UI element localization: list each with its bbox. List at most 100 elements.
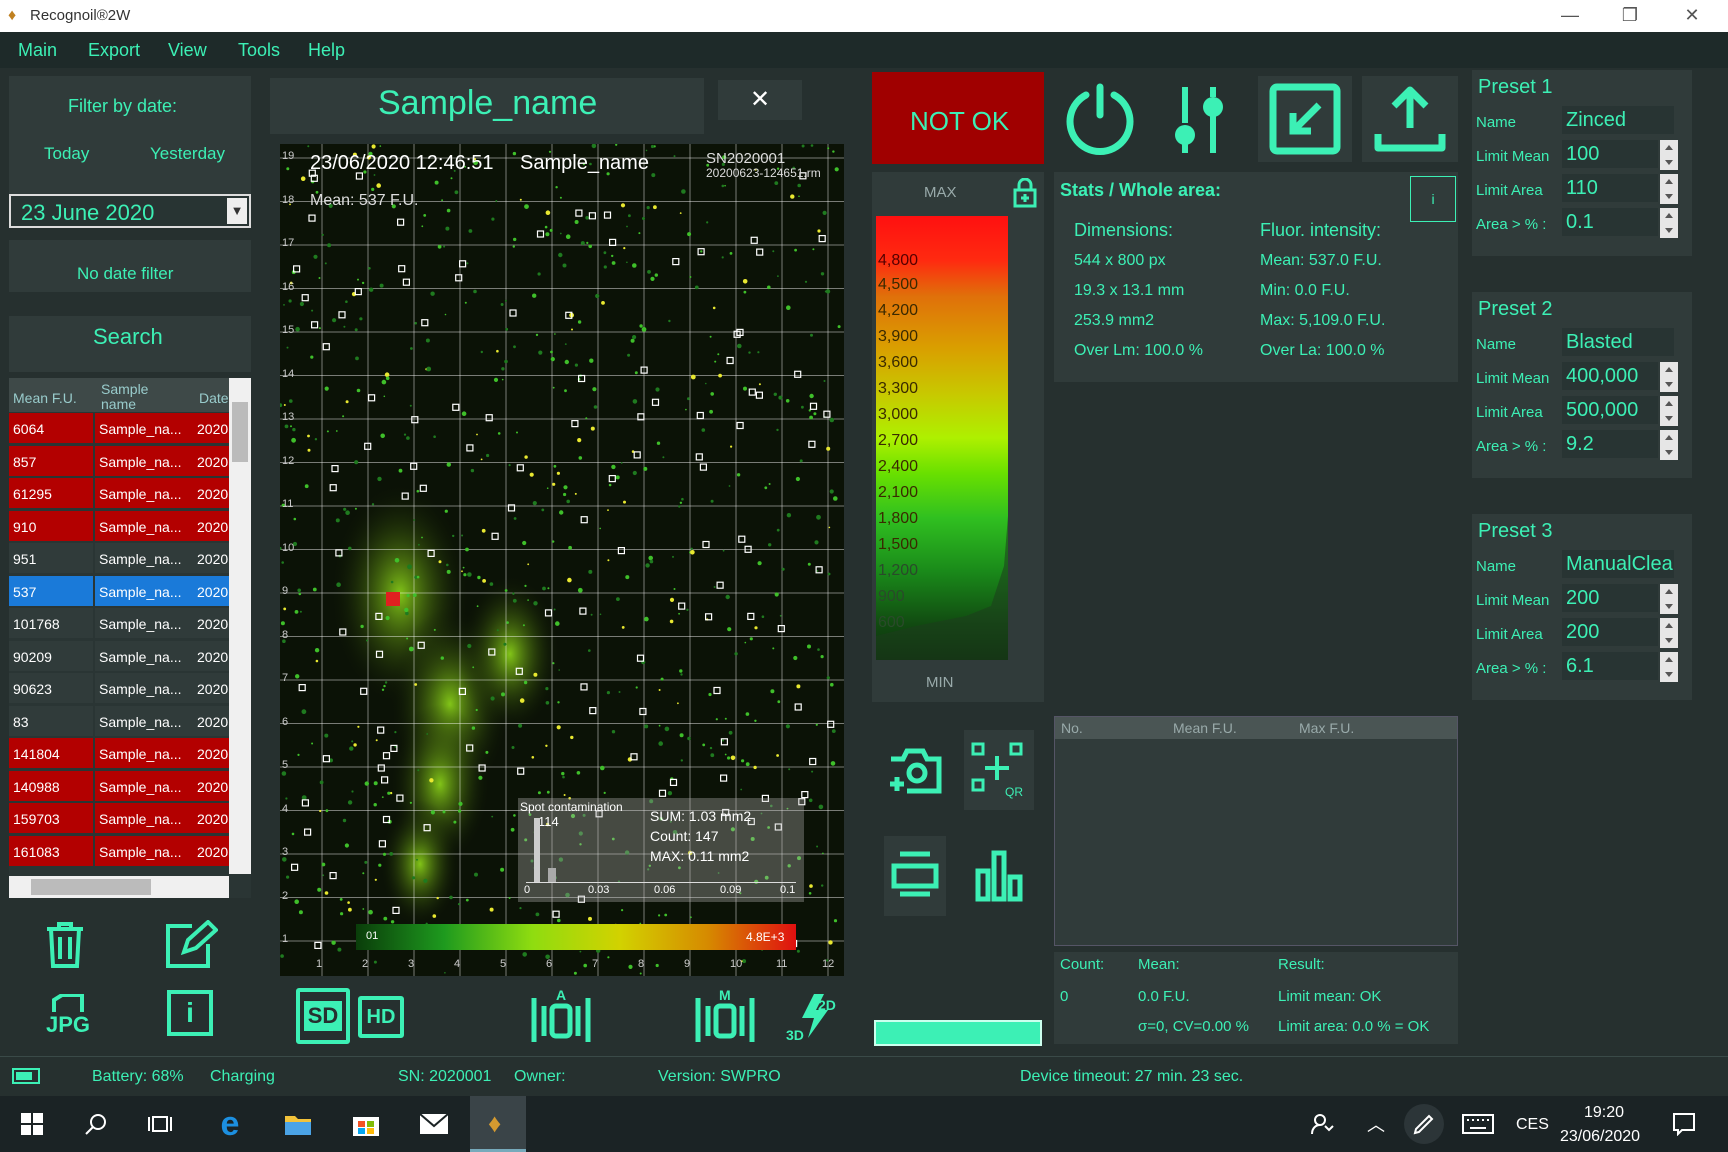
table-row[interactable]: 857 Sample_na... 2020 (9, 445, 229, 477)
preset-limit-area-field[interactable]: 110 (1562, 174, 1658, 202)
keyboard-icon[interactable] (1458, 1104, 1498, 1144)
sd-resolution-button[interactable]: SD (296, 988, 350, 1044)
table-hscrollbar[interactable] (9, 876, 229, 898)
spots-header-max[interactable]: Max F.U. (1299, 720, 1354, 736)
stats-info-button[interactable]: i (1410, 176, 1456, 222)
import-icon[interactable] (1258, 76, 1352, 162)
table-row[interactable]: 951 Sample_na... 2020 (9, 542, 229, 574)
power-icon[interactable] (1056, 76, 1144, 162)
preset-name-field[interactable]: ManualCleaned (1562, 550, 1674, 578)
yesterday-button[interactable]: Yesterday (150, 144, 225, 164)
table-row[interactable]: 6064 Sample_na... 2020 (9, 412, 229, 444)
minimize-button[interactable]: — (1540, 0, 1600, 32)
hd-resolution-button[interactable]: HD (358, 996, 404, 1038)
preset-limit-area-field[interactable]: 200 (1562, 618, 1658, 646)
limit-mean-spinner[interactable] (1660, 140, 1678, 170)
preset-area-pct-field[interactable]: 9.2 (1562, 430, 1658, 458)
table-row[interactable]: 537 Sample_na... 2020 (9, 575, 229, 607)
menu-tools[interactable]: Tools (238, 40, 280, 61)
vscroll-thumb[interactable] (232, 402, 248, 462)
jpg-export-icon[interactable]: JPG (40, 990, 96, 1040)
fluorescence-spot (373, 781, 378, 786)
menu-main[interactable]: Main (18, 40, 57, 61)
windows-start-icon[interactable] (12, 1104, 52, 1144)
view-2d-3d-toggle[interactable]: 2D 3D (784, 990, 844, 1042)
chevron-up-icon[interactable]: ︿ (1356, 1104, 1396, 1144)
people-icon[interactable] (1302, 1104, 1342, 1144)
auto-mode-icon[interactable]: A (530, 984, 592, 1048)
area-pct-spinner[interactable] (1660, 208, 1678, 238)
preset-area-pct-field[interactable]: 0.1 (1562, 208, 1658, 236)
edge-browser-icon[interactable]: e (210, 1104, 250, 1144)
no-date-filter-button[interactable]: No date filter (9, 240, 251, 292)
close-sample-button[interactable]: ✕ (718, 80, 802, 120)
table-row[interactable]: 61295 Sample_na... 2020 (9, 477, 229, 509)
store-icon[interactable] (346, 1104, 386, 1144)
preset-limit-area-field[interactable]: 500,000 (1562, 396, 1658, 424)
trash-icon[interactable] (40, 920, 90, 970)
header-mean[interactable]: Mean F.U. (13, 390, 77, 406)
preset-limit-mean-field[interactable]: 100 (1562, 140, 1658, 168)
pen-icon[interactable] (1404, 1104, 1444, 1144)
table-row[interactable]: 161083 Sample_na... 2020 (9, 835, 229, 867)
chevron-down-icon[interactable]: ▼ (227, 198, 247, 224)
limit-area-spinner[interactable] (1660, 618, 1678, 648)
header-date[interactable]: Date (199, 390, 229, 406)
table-row[interactable]: 90623 Sample_na... 2020 (9, 672, 229, 704)
file-explorer-icon[interactable] (278, 1104, 318, 1144)
qr-add-icon[interactable]: QR (964, 730, 1034, 810)
preset-limit-mean-field[interactable]: 400,000 (1562, 362, 1658, 390)
preset-limit-mean-field[interactable]: 200 (1562, 584, 1658, 612)
notifications-icon[interactable] (1664, 1104, 1704, 1144)
fluorescence-spot (690, 916, 692, 919)
area-pct-spinner[interactable] (1660, 430, 1678, 460)
table-row[interactable]: 159703 Sample_na... 2020 (9, 802, 229, 834)
detected-spot-marker (580, 516, 588, 524)
printer-icon[interactable] (884, 836, 946, 916)
menu-view[interactable]: View (168, 40, 207, 61)
limit-area-spinner[interactable] (1660, 396, 1678, 426)
language-indicator[interactable]: CES (1516, 1116, 1549, 1134)
menu-help[interactable]: Help (308, 40, 345, 61)
table-row[interactable]: 90209 Sample_na... 2020 (9, 640, 229, 672)
upload-icon[interactable] (1362, 76, 1458, 162)
hscroll-thumb[interactable] (31, 879, 151, 895)
info-icon[interactable]: i (167, 990, 213, 1036)
fluorescence-image[interactable]: 23/06/2020 12:46:51 Sample_name SN202000… (280, 144, 844, 976)
restore-button[interactable]: ❐ (1600, 0, 1660, 32)
manual-mode-icon[interactable]: M (694, 984, 756, 1048)
date-picker[interactable]: 23 June 2020 ▼ (9, 194, 251, 228)
close-window-button[interactable]: ✕ (1662, 0, 1722, 32)
today-button[interactable]: Today (44, 144, 89, 164)
edit-icon[interactable] (163, 920, 219, 970)
table-row[interactable]: 140988 Sample_na... 2020 (9, 770, 229, 802)
mail-icon[interactable] (414, 1104, 454, 1144)
table-vscrollbar[interactable] (229, 378, 251, 874)
preset-area-pct-field[interactable]: 6.1 (1562, 652, 1658, 680)
recognoil-taskbar-button[interactable]: ♦ (470, 1096, 526, 1152)
camera-icon[interactable] (880, 730, 950, 810)
bar-chart-icon[interactable] (964, 836, 1034, 916)
preset-name-field[interactable]: Blasted (1562, 328, 1674, 356)
table-row[interactable]: 83 Sample_na... 2020 (9, 705, 229, 737)
settings-sliders-icon[interactable] (1156, 76, 1244, 162)
search-icon[interactable] (76, 1104, 116, 1144)
menu-export[interactable]: Export (88, 40, 140, 61)
limit-mean-spinner[interactable] (1660, 584, 1678, 614)
task-view-icon[interactable] (140, 1104, 180, 1144)
limit-mean-spinner[interactable] (1660, 362, 1678, 392)
clock-time[interactable]: 19:20 (1584, 1104, 1624, 1122)
header-sample-name[interactable]: Sample name (101, 382, 161, 412)
fluorescence-spot (357, 278, 359, 281)
preset-name-field[interactable]: Zinced (1562, 106, 1674, 134)
table-row[interactable]: 101768 Sample_na... 2020 (9, 607, 229, 639)
search-button[interactable]: Search (9, 316, 251, 372)
table-row[interactable]: 141804 Sample_na... 2020 (9, 737, 229, 769)
limit-area-spinner[interactable] (1660, 174, 1678, 204)
clock-date[interactable]: 23/06/2020 (1560, 1128, 1640, 1146)
spots-header-mean[interactable]: Mean F.U. (1173, 720, 1237, 736)
spots-header-no[interactable]: No. (1061, 720, 1083, 736)
table-row[interactable]: 910 Sample_na... 2020 (9, 510, 229, 542)
area-pct-spinner[interactable] (1660, 652, 1678, 682)
lock-icon[interactable] (1012, 177, 1038, 208)
